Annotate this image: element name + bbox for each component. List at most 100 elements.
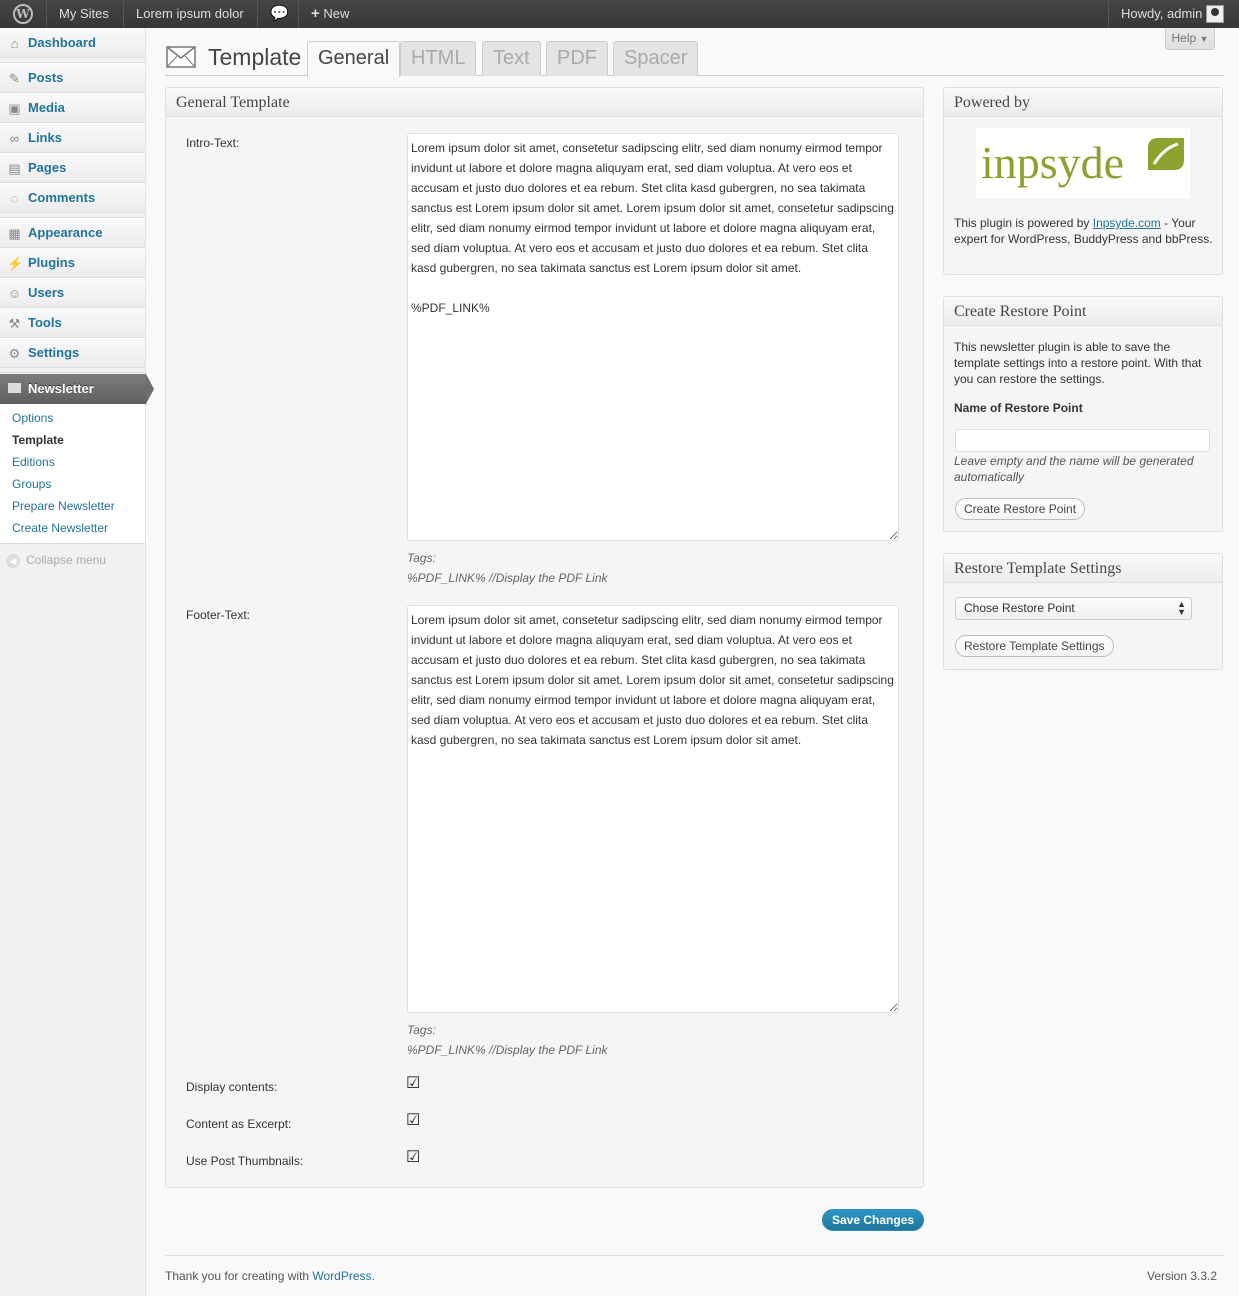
restore-point-description: This newsletter plugin is able to save t…	[954, 340, 1202, 386]
menu-label: Links	[28, 130, 62, 145]
select-value: Chose Restore Point	[964, 601, 1075, 615]
greeting-text: Howdy, admin	[1121, 6, 1203, 21]
menu-item-settings[interactable]: ⚙ Settings	[0, 338, 145, 368]
menu-item-appearance[interactable]: ▦ Appearance	[0, 218, 145, 248]
plus-icon: +	[311, 5, 320, 22]
menu-label: Plugins	[28, 255, 75, 270]
footer-text-textarea[interactable]: Lorem ipsum dolor sit amet, consetetur s…	[407, 605, 899, 1013]
intro-text-label: Intro-Text:	[186, 136, 240, 150]
restore-point-select[interactable]: Chose Restore Point ▲ ▼	[955, 597, 1192, 620]
tags-value: %PDF_LINK% //Display the PDF Link	[407, 571, 608, 585]
display-contents-label: Display contents:	[186, 1080, 278, 1094]
footer-text-label: Footer-Text:	[186, 608, 251, 622]
tags-value: %PDF_LINK% //Display the PDF Link	[407, 1043, 608, 1057]
help-tab[interactable]: Help ▼	[1165, 28, 1215, 50]
users-icon: ☺	[7, 286, 22, 301]
menu-label: Tools	[28, 315, 62, 330]
my-sites-link[interactable]: My Sites	[47, 0, 121, 28]
wordpress-logo-icon[interactable]: W	[0, 0, 46, 28]
menu-item-pages[interactable]: ▤ Pages	[0, 153, 145, 183]
tab-html[interactable]: HTML	[400, 41, 477, 76]
plugin-icon: ⚡	[7, 256, 24, 271]
new-content-link[interactable]: + New	[299, 0, 361, 28]
pin-icon: ✎	[9, 71, 20, 86]
menu-label: Posts	[28, 70, 64, 85]
inpsyde-link[interactable]: Inpsyde.com	[1093, 216, 1161, 230]
menu-item-comments[interactable]: ◌ Comments	[0, 183, 145, 213]
use-post-thumbnails-label: Use Post Thumbnails:	[186, 1154, 304, 1168]
footer-tags-hint: Tags: %PDF_LINK% //Display the PDF Link	[407, 1020, 608, 1060]
version-text: Version 3.3.2	[1147, 1269, 1218, 1283]
display-contents-checkbox[interactable]: ☑	[406, 1076, 420, 1092]
tools-icon: ⚒	[8, 316, 21, 331]
comment-icon: ◌	[10, 191, 19, 206]
logo-text: inpsyde	[981, 137, 1125, 188]
avatar	[1206, 4, 1225, 23]
menu-label: Comments	[28, 190, 96, 205]
comments-bubble-icon[interactable]: 💬	[258, 0, 298, 28]
menu-item-users[interactable]: ☺ Users	[0, 278, 145, 308]
leaf-icon	[1148, 138, 1184, 170]
submenu-groups[interactable]: Groups	[12, 477, 51, 491]
menu-separator	[0, 368, 145, 373]
powered-by-title: Powered by	[944, 88, 1222, 117]
link-icon: ∞	[9, 131, 20, 146]
tab-spacer[interactable]: Spacer	[613, 41, 699, 76]
media-icon: ▣	[8, 101, 21, 116]
account-menu[interactable]: Howdy, admin	[1109, 0, 1236, 28]
site-name-link[interactable]: Lorem ipsum dolor	[124, 0, 256, 28]
select-arrows-icon: ▲ ▼	[1177, 599, 1186, 617]
envelope-icon	[166, 46, 196, 68]
restore-name-input[interactable]	[955, 429, 1210, 452]
submenu-prepare-newsletter[interactable]: Prepare Newsletter	[12, 499, 115, 513]
new-label: New	[323, 6, 350, 21]
envelope-icon	[8, 383, 21, 393]
wordpress-link[interactable]: WordPress	[312, 1269, 371, 1283]
pages-icon: ▤	[8, 161, 21, 176]
menu-label: Media	[28, 100, 65, 115]
menu-item-links[interactable]: ∞ Links	[0, 123, 145, 153]
create-restore-point-button[interactable]: Create Restore Point	[955, 498, 1086, 520]
footer-thanks: Thank you for creating with WordPress.	[165, 1269, 375, 1283]
menu-item-dashboard[interactable]: ⌂ Dashboard	[0, 28, 145, 58]
save-changes-button[interactable]: Save Changes	[822, 1209, 925, 1231]
menu-item-posts[interactable]: ✎ Posts	[0, 63, 145, 93]
tab-pdf[interactable]: PDF	[546, 41, 608, 76]
create-restore-point-title: Create Restore Point	[944, 297, 1222, 326]
powered-pre: This plugin is powered by	[954, 216, 1093, 230]
tags-label: Tags:	[407, 551, 436, 565]
collapse-menu-button[interactable]: ◀ Collapse menu	[6, 553, 106, 568]
menu-label: Newsletter	[28, 381, 94, 396]
admin-menu: ⌂ Dashboard ✎ Posts ▣ Media ∞ Links ▤ Pa…	[0, 28, 154, 1296]
page-title: Template	[208, 44, 302, 70]
submenu-editions[interactable]: Editions	[12, 455, 55, 469]
general-template-title: General Template	[166, 88, 923, 117]
newsletter-submenu: Options Template Editions Groups Prepare…	[0, 404, 145, 544]
menu-item-media[interactable]: ▣ Media	[0, 93, 145, 123]
thanks-post: .	[371, 1269, 375, 1283]
use-post-thumbnails-checkbox[interactable]: ☑	[406, 1150, 420, 1166]
inpsyde-logo[interactable]: inpsyde	[976, 128, 1190, 198]
menu-item-tools[interactable]: ⚒ Tools	[0, 308, 145, 338]
tags-label: Tags:	[407, 1023, 436, 1037]
submenu-create-newsletter[interactable]: Create Newsletter	[12, 521, 108, 535]
submenu-options[interactable]: Options	[12, 411, 53, 425]
menu-item-plugins[interactable]: ⚡ Plugins	[0, 248, 145, 278]
content-as-excerpt-checkbox[interactable]: ☑	[406, 1113, 420, 1129]
menu-label: Appearance	[28, 225, 103, 240]
tab-general[interactable]: General	[307, 41, 401, 77]
restore-template-settings-button[interactable]: Restore Template Settings	[955, 635, 1114, 657]
footer-divider	[165, 1255, 1224, 1256]
appearance-icon: ▦	[8, 226, 21, 241]
chevron-down-icon: ▼	[1199, 34, 1209, 44]
tab-text[interactable]: Text	[482, 41, 541, 76]
settings-icon: ⚙	[8, 346, 21, 361]
restore-name-hint: Leave empty and the name will be generat…	[954, 454, 1194, 484]
powered-by-text: This plugin is powered by Inpsyde.com - …	[954, 215, 1214, 247]
menu-label: Dashboard	[28, 35, 96, 50]
submenu-template[interactable]: Template	[12, 433, 64, 447]
intro-text-textarea[interactable]: Lorem ipsum dolor sit amet, consetetur s…	[407, 133, 899, 541]
menu-item-newsletter[interactable]: Newsletter	[0, 374, 154, 404]
intro-tags-hint: Tags: %PDF_LINK% //Display the PDF Link	[407, 548, 608, 588]
restore-template-settings-title: Restore Template Settings	[944, 554, 1222, 583]
